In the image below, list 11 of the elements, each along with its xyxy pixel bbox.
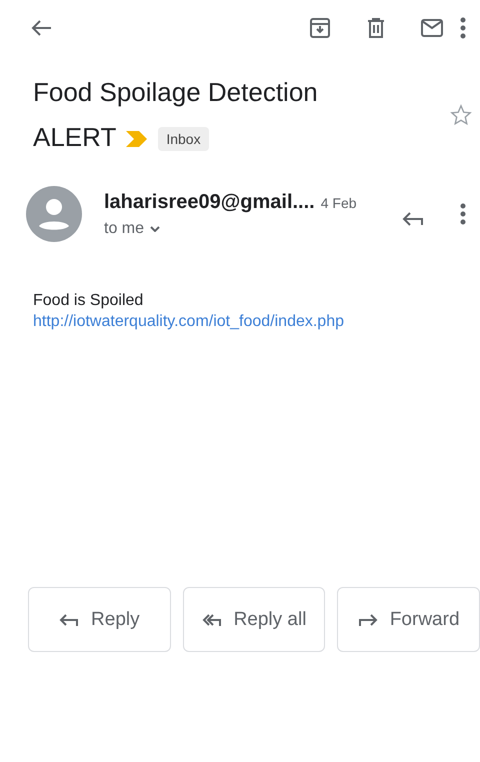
forward-button[interactable]: Forward <box>337 587 480 652</box>
email-date: 4 Feb <box>320 194 357 210</box>
recipient-dropdown[interactable]: to me <box>104 220 160 238</box>
body-link[interactable]: http://iotwaterquality.com/iot_food/index.php <box>33 313 344 330</box>
sender-name: laharisree09@gmail.... <box>104 190 315 212</box>
email-subject: ALERT <box>33 122 116 152</box>
reply-button[interactable]: Reply <box>28 587 171 652</box>
inbox-label: Inbox <box>158 127 209 152</box>
body-text: Food is Spoiled <box>33 292 144 309</box>
reply-all-button[interactable]: Reply all <box>182 587 326 652</box>
email-subject: Food Spoilage Detection <box>33 77 318 107</box>
